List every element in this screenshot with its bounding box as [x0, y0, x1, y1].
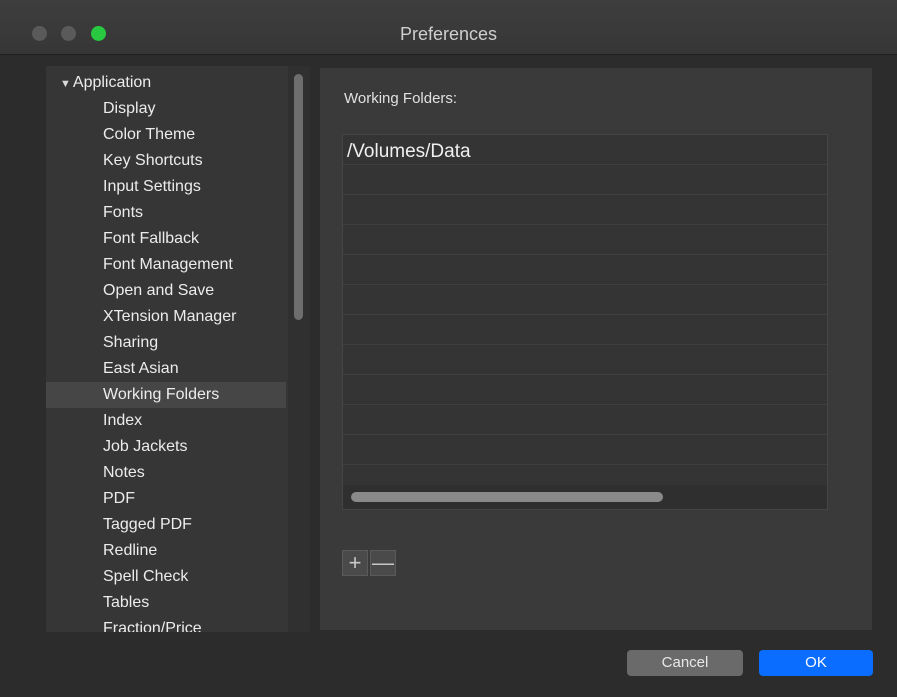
- sidebar-item-color-theme[interactable]: Color Theme: [46, 122, 286, 148]
- empty-folder-row: [343, 315, 827, 345]
- working-folders-panel: Working Folders: /Volumes/Data + —: [320, 68, 872, 630]
- sidebar-item-label: PDF: [103, 490, 135, 507]
- sidebar-item-label: Sharing: [103, 334, 159, 351]
- sidebar-item-key-shortcuts[interactable]: Key Shortcuts: [46, 148, 286, 174]
- title-bar: Preferences: [0, 0, 897, 55]
- sidebar-item-label: Notes: [103, 464, 145, 481]
- sidebar-item-spell-check[interactable]: Spell Check: [46, 564, 286, 590]
- ok-button[interactable]: OK: [759, 650, 873, 676]
- sidebar-item-fraction-price[interactable]: Fraction/Price: [46, 616, 286, 632]
- sidebar-item-job-jackets[interactable]: Job Jackets: [46, 434, 286, 460]
- working-folders-list[interactable]: /Volumes/Data: [342, 134, 828, 510]
- sidebar-item-label: Application: [72, 74, 152, 91]
- sidebar-item-label: Working Folders: [103, 386, 220, 403]
- empty-folder-row: [343, 375, 827, 405]
- empty-folder-row: [343, 195, 827, 225]
- empty-folder-row: [343, 345, 827, 375]
- sidebar-item-label: Tables: [103, 594, 150, 611]
- sidebar-item-tagged-pdf[interactable]: Tagged PDF: [46, 512, 286, 538]
- sidebar-item-label: East Asian: [103, 360, 179, 377]
- empty-folder-row: [343, 405, 827, 435]
- sidebar-item-working-folders[interactable]: Working Folders: [46, 382, 286, 408]
- cancel-button[interactable]: Cancel: [627, 650, 743, 676]
- sidebar-item-input-settings[interactable]: Input Settings: [46, 174, 286, 200]
- sidebar-item-label: Open and Save: [103, 282, 215, 299]
- preferences-tree: ▼ Application Display Color Theme Key Shortc…: [46, 70, 286, 632]
- sidebar-item-label: Display: [103, 100, 156, 117]
- sidebar-item-notes[interactable]: Notes: [46, 460, 286, 486]
- preferences-sidebar: ▼ Application Display Color Theme Key Shortc…: [46, 66, 310, 632]
- sidebar-item-label: Spell Check: [103, 568, 189, 585]
- list-horizontal-scroll-thumb[interactable]: [351, 492, 663, 502]
- sidebar-scrollbar[interactable]: [288, 66, 310, 632]
- sidebar-item-label: Key Shortcuts: [103, 152, 203, 169]
- sidebar-item-open-and-save[interactable]: Open and Save: [46, 278, 286, 304]
- sidebar-item-application[interactable]: ▼ Application: [46, 70, 286, 96]
- sidebar-scroll-thumb[interactable]: [294, 74, 303, 320]
- empty-folder-row: [343, 435, 827, 465]
- sidebar-item-font-fallback[interactable]: Font Fallback: [46, 226, 286, 252]
- remove-folder-button[interactable]: —: [370, 550, 396, 576]
- sidebar-item-label: Font Management: [103, 256, 233, 273]
- sidebar-item-label: Color Theme: [103, 126, 196, 143]
- sidebar-item-redline[interactable]: Redline: [46, 538, 286, 564]
- list-horizontal-scrollbar[interactable]: [343, 485, 827, 509]
- empty-folder-row: [343, 225, 827, 255]
- sidebar-item-font-management[interactable]: Font Management: [46, 252, 286, 278]
- sidebar-item-label: Input Settings: [103, 178, 201, 195]
- empty-folder-row: [343, 255, 827, 285]
- sidebar-item-label: Index: [103, 412, 143, 429]
- sidebar-item-tables[interactable]: Tables: [46, 590, 286, 616]
- window-title: Preferences: [399, 24, 498, 44]
- sidebar-item-xtension-manager[interactable]: XTension Manager: [46, 304, 286, 330]
- folder-row[interactable]: /Volumes/Data: [343, 135, 827, 165]
- working-folders-heading: Working Folders:: [344, 90, 458, 107]
- sidebar-item-east-asian[interactable]: East Asian: [46, 356, 286, 382]
- disclosure-triangle-icon[interactable]: ▼: [60, 78, 71, 90]
- sidebar-item-label: Fraction/Price: [103, 620, 202, 632]
- sidebar-item-display[interactable]: Display: [46, 96, 286, 122]
- folder-rows: /Volumes/Data: [343, 135, 827, 495]
- empty-folder-row: [343, 165, 827, 195]
- sidebar-item-sharing[interactable]: Sharing: [46, 330, 286, 356]
- empty-folder-row: [343, 285, 827, 315]
- sidebar-item-pdf[interactable]: PDF: [46, 486, 286, 512]
- sidebar-item-label: Redline: [103, 542, 158, 559]
- sidebar-item-label: Tagged PDF: [103, 516, 192, 533]
- sidebar-item-index[interactable]: Index: [46, 408, 286, 434]
- sidebar-item-label: Font Fallback: [103, 230, 200, 247]
- sidebar-item-label: XTension Manager: [103, 308, 237, 325]
- sidebar-item-label: Fonts: [103, 204, 144, 221]
- sidebar-item-fonts[interactable]: Fonts: [46, 200, 286, 226]
- add-folder-button[interactable]: +: [342, 550, 368, 576]
- sidebar-item-label: Job Jackets: [103, 438, 188, 455]
